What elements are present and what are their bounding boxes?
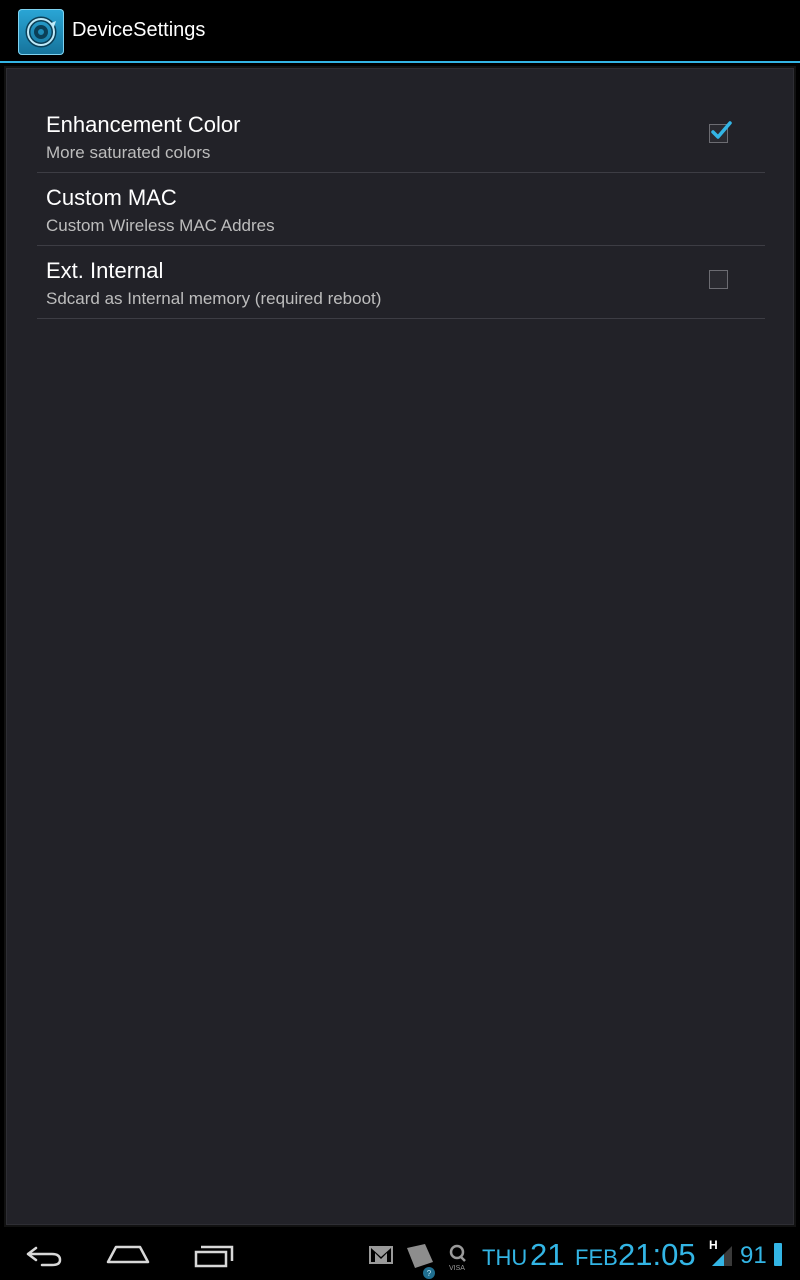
home-icon[interactable] [98,1230,158,1280]
pref-summary: More saturated colors [46,143,211,162]
pref-title: Ext. Internal [46,258,164,283]
gear-sync-icon[interactable] [18,9,64,55]
preference-list: Enhancement Color More saturated colors … [37,100,765,319]
battery-level-label: 91 [740,1242,767,1269]
back-icon[interactable] [14,1230,74,1280]
time-label: 21:05 [618,1237,696,1272]
action-bar: DeviceSettings [0,0,800,63]
recent-apps-icon[interactable] [184,1230,244,1280]
gmail-icon[interactable] [368,1245,394,1270]
pref-title: Custom MAC [46,185,177,210]
network-type-label: H [709,1238,718,1252]
checkmark-icon [711,121,732,139]
system-bar: ? VISA THU 21 FEB 21:05 H 91 [0,1230,800,1280]
screen: DeviceSettings Enhancement Color More sa… [0,0,800,1280]
month-label: FEB [575,1245,618,1270]
visa-icon[interactable]: VISA [446,1242,472,1277]
pref-custom-mac[interactable]: Custom MAC Custom Wireless MAC Addres [37,173,765,246]
date-label: 21 [530,1237,565,1272]
svg-text:?: ? [427,1269,432,1278]
pref-title: Enhancement Color [46,112,241,137]
pref-ext-internal[interactable]: Ext. Internal Sdcard as Internal memory … [37,246,765,319]
pref-summary: Custom Wireless MAC Addres [46,216,275,235]
pref-enhancement-color[interactable]: Enhancement Color More saturated colors [37,100,765,173]
day-label: THU [482,1245,528,1270]
battery-icon [774,1243,782,1266]
app-title: DeviceSettings [72,19,206,41]
svg-text:VISA: VISA [449,1265,465,1272]
pref-summary: Sdcard as Internal memory (required rebo… [46,289,382,308]
ext-internal-checkbox[interactable] [709,270,728,289]
preferences-panel: Enhancement Color More saturated colors … [6,68,794,1225]
enhancement-color-checkbox[interactable] [709,121,732,143]
market-update-icon[interactable]: ? [403,1242,437,1280]
